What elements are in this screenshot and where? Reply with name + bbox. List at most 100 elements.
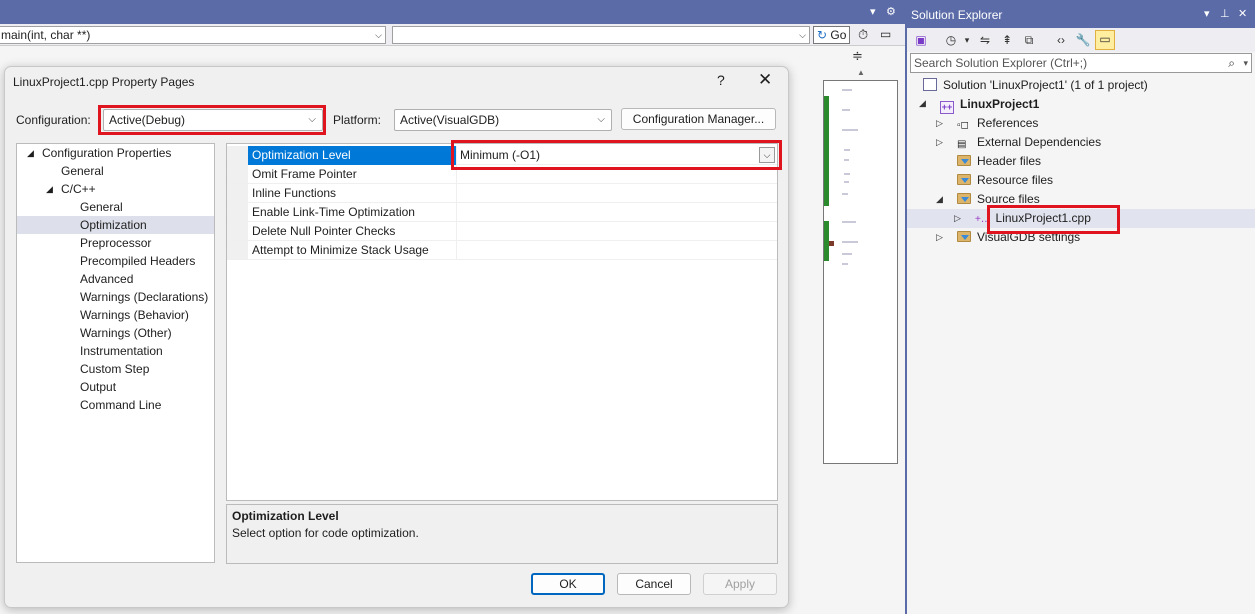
preview-toggle-icon[interactable]: ▭ [1095, 30, 1115, 50]
history-icon[interactable]: ◷ [943, 32, 959, 48]
tree-item-advanced[interactable]: Advanced [17, 270, 214, 288]
property-name: Omit Frame Pointer [248, 165, 457, 184]
code-icon[interactable]: ‹› [1053, 32, 1069, 48]
collapsed-icon[interactable]: ▷ [954, 213, 961, 224]
tree-item-cpp[interactable]: ◢ C/C++ [17, 180, 214, 198]
refresh-icon: ↻ [817, 28, 828, 42]
property-row[interactable]: Attempt to Minimize Stack Usage [227, 241, 777, 260]
ok-button[interactable]: OK [531, 573, 605, 595]
description-text: Select option for code optimization. [232, 526, 419, 540]
code-minimap[interactable] [823, 80, 898, 464]
search-icon[interactable]: ⌕ [1228, 54, 1235, 72]
configuration-label: Configuration: [16, 113, 91, 127]
sync-icon[interactable]: ⇋ [977, 32, 993, 48]
property-row[interactable]: Inline Functions [227, 184, 777, 203]
collapsed-icon[interactable]: ▷ [936, 232, 943, 243]
property-name: Enable Link-Time Optimization [248, 203, 457, 222]
property-name: Inline Functions [248, 184, 457, 203]
tree-item-output[interactable]: Output [17, 378, 214, 396]
tree-item-cpp-general[interactable]: General [17, 198, 214, 216]
wrench-icon[interactable]: 🔧 [1075, 32, 1091, 48]
property-row[interactable]: Enable Link-Time Optimization [227, 203, 777, 222]
tree-item-instrumentation[interactable]: Instrumentation [17, 342, 214, 360]
property-name: Attempt to Minimize Stack Usage [248, 241, 457, 260]
highlight-box [451, 140, 782, 170]
gear-icon[interactable]: ⚙ [886, 5, 896, 18]
show-all-files-icon[interactable]: ⧉ [1021, 32, 1037, 48]
description-panel: Optimization Level Select option for cod… [226, 504, 778, 564]
stopwatch-icon[interactable]: ⏱ [858, 27, 868, 43]
tree-item-warnings-behavior[interactable]: Warnings (Behavior) [17, 306, 214, 324]
resource-files-node[interactable]: Resource files [957, 171, 1053, 190]
tree-item-optimization[interactable]: Optimization [17, 216, 214, 234]
property-value[interactable] [457, 222, 777, 241]
panel-title: Solution Explorer [911, 8, 1003, 22]
dropdown-icon[interactable]: ▾ [1204, 7, 1210, 20]
change-marker [824, 96, 829, 206]
highlight-box [987, 205, 1120, 234]
configuration-manager-button[interactable]: Configuration Manager... [621, 108, 776, 130]
tree-item-configuration-properties[interactable]: ◢ Configuration Properties [17, 144, 214, 162]
tree-item-custom-step[interactable]: Custom Step [17, 360, 214, 378]
solution-icon [923, 78, 937, 91]
navigation-bar: main(int, char **) ⌵ ⌵ ↻ Go ⏱ ▭ [0, 24, 905, 46]
filter-folder-icon [957, 193, 971, 204]
function-combo[interactable]: main(int, char **) ⌵ [0, 26, 386, 44]
tree-item-precompiled-headers[interactable]: Precompiled Headers [17, 252, 214, 270]
header-files-node[interactable]: Header files [957, 152, 1041, 171]
tree-item-command-line[interactable]: Command Line [17, 396, 214, 414]
property-grid: Optimization Level Minimum (-O1) ⌵ Omit … [226, 143, 778, 501]
property-name: Optimization Level [248, 146, 457, 165]
highlight-box [98, 105, 326, 135]
property-pages-dialog: LinuxProject1.cpp Property Pages ? ✕ Con… [4, 66, 789, 608]
pin-icon[interactable]: ⊥ [1220, 7, 1230, 20]
description-title: Optimization Level [232, 509, 339, 523]
solution-explorer-panel: Solution Explorer ▾ ⊥ ✕ ▣ ◷ ▾ ⇋ ⇞ ⧉ ‹› 🔧… [905, 0, 1255, 614]
chevron-down-icon: ⌵ [799, 30, 806, 40]
property-value[interactable] [457, 203, 777, 222]
tree-item-general[interactable]: General [17, 162, 214, 180]
filter-folder-icon [957, 155, 971, 166]
dropdown-icon[interactable]: ▾ [870, 5, 876, 18]
solution-search-input[interactable]: Search Solution Explorer (Ctrl+;) ⌕ ▾ [910, 53, 1252, 73]
solution-explorer-titlebar: Solution Explorer ▾ ⊥ ✕ [907, 0, 1255, 28]
collapsed-icon[interactable]: ▷ [936, 137, 943, 148]
expanded-icon: ◢ [46, 184, 53, 194]
property-value[interactable] [457, 184, 777, 203]
cancel-button[interactable]: Cancel [617, 573, 691, 595]
tag-icon[interactable]: ▭ [880, 27, 891, 41]
scroll-up-icon[interactable]: ▲ [857, 68, 865, 77]
platform-label: Platform: [333, 113, 382, 127]
chevron-down-icon: ⌵ [597, 114, 605, 125]
help-button[interactable]: ? [717, 72, 725, 88]
ide-tab-bar: ▾ ⚙ [0, 0, 905, 24]
go-button[interactable]: ↻ Go [813, 26, 851, 44]
filter-folder-icon [957, 174, 971, 185]
tree-item-warnings-other[interactable]: Warnings (Other) [17, 324, 214, 342]
property-row[interactable]: Delete Null Pointer Checks [227, 222, 777, 241]
switch-views-icon[interactable]: ▣ [913, 32, 929, 48]
close-button[interactable]: ✕ [758, 70, 772, 90]
member-combo[interactable]: ⌵ [392, 26, 810, 44]
collapse-all-icon[interactable]: ⇞ [999, 32, 1015, 48]
external-deps-icon: ▤ [957, 139, 967, 150]
tree-item-warnings-declarations[interactable]: Warnings (Declarations) [17, 288, 214, 306]
apply-button[interactable]: Apply [703, 573, 777, 595]
chevron-down-icon[interactable]: ▾ [959, 32, 975, 48]
platform-dropdown[interactable]: Active(VisualGDB) ⌵ [394, 109, 612, 131]
external-dependencies-node[interactable]: ▤ External Dependencies [957, 133, 1101, 152]
solution-node[interactable]: Solution 'LinuxProject1' (1 of 1 project… [923, 76, 1148, 95]
project-icon: ++ [940, 101, 954, 114]
split-editor-icon[interactable]: ≑ [852, 48, 863, 64]
filter-folder-icon [957, 231, 971, 242]
close-icon[interactable]: ✕ [1238, 7, 1247, 20]
project-node[interactable]: ++ LinuxProject1 [940, 95, 1039, 114]
chevron-down-icon[interactable]: ▾ [1243, 54, 1248, 72]
expanded-icon[interactable]: ◢ [936, 194, 943, 205]
tree-item-preprocessor[interactable]: Preprocessor [17, 234, 214, 252]
expanded-icon[interactable]: ◢ [919, 98, 926, 109]
collapsed-icon[interactable]: ▷ [936, 118, 943, 129]
property-value[interactable] [457, 241, 777, 260]
property-name: Delete Null Pointer Checks [248, 222, 457, 241]
references-node[interactable]: ▫◻ References [957, 114, 1038, 133]
